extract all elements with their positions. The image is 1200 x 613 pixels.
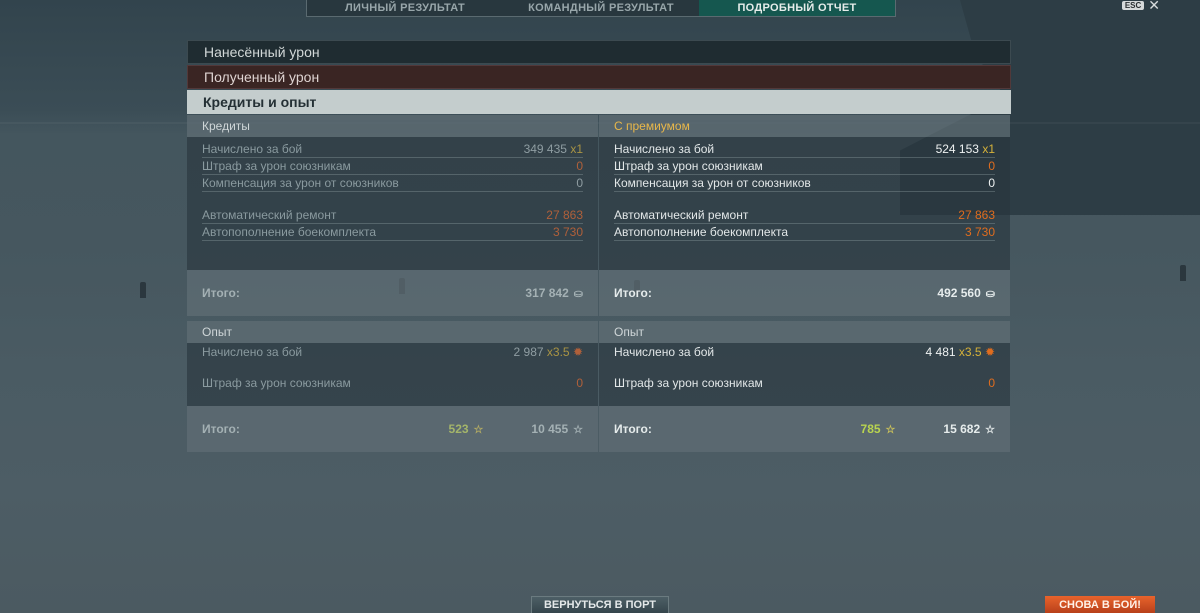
premium-credits-compensation-label: Компенсация за урон от союзников — [614, 176, 811, 190]
credits-compensation-value: 0 — [576, 176, 583, 190]
premium-credits-earned-value: 524 153 x1 — [935, 142, 995, 156]
credits-repair-value: 27 863 — [546, 208, 583, 222]
xp-earned-label: Начислено за бой — [202, 345, 303, 359]
xp-multiplier-icon: ✹ — [572, 345, 583, 359]
ship-xp-value: 523 — [448, 422, 469, 436]
credits-compensation-row: Компенсация за урон от союзников 0 — [202, 175, 583, 192]
premium-xp-earned-row: Начислено за бой 4 481 x3.5 ✹ — [614, 344, 995, 360]
premium-credits-earned-row: Начислено за бой 524 153 x1 — [614, 141, 995, 158]
credits-penalty-label: Штраф за урон союзникам — [202, 159, 351, 173]
credits-compensation-label: Компенсация за урон от союзников — [202, 176, 399, 190]
premium-credits-repair-label: Автоматический ремонт — [614, 208, 749, 222]
premium-credits-compensation-value: 0 — [988, 176, 995, 190]
battle-again-button[interactable]: СНОВА В БОЙ! — [1045, 596, 1155, 613]
credits-ammo-value: 3 730 — [552, 225, 583, 239]
credits-ammo-label: Автопополнение боекомплекта — [202, 225, 376, 239]
premium-credits-panel: С премиумом Начислено за бой 524 153 x1 … — [599, 115, 1010, 316]
premium-xp-earned-value: 4 481 x3.5 ✹ — [925, 345, 995, 359]
credits-repair-label: Автоматический ремонт — [202, 208, 337, 222]
premium-xp-penalty-row: Штраф за урон союзникам 0 — [614, 375, 995, 391]
premium-credits-penalty-row: Штраф за урон союзникам 0 — [614, 158, 995, 175]
esc-key-badge: ESC — [1121, 0, 1145, 10]
ship-xp-star-icon: ☆ — [473, 423, 484, 436]
total-xp-star-icon: ☆ — [985, 423, 995, 436]
section-damage-received[interactable]: Полученный урон — [187, 65, 1011, 89]
credits-penalty-row: Штраф за урон союзникам 0 — [202, 158, 583, 175]
credits-earned-row: Начислено за бой 349 435 x1 — [202, 141, 583, 158]
premium-credits-total-label: Итого: — [614, 286, 652, 300]
premium-xp-earned-label: Начислено за бой — [614, 345, 715, 359]
premium-total-xp-value: 15 682 — [943, 422, 981, 436]
credits-total-value: 317 842 — [525, 286, 569, 300]
credits-total-row: Итого: 317 842 ⛀ — [187, 270, 598, 316]
premium-credits-ammo-value: 3 730 — [964, 225, 995, 239]
xp-multiplier-icon: ✹ — [984, 345, 995, 359]
total-xp-value: 10 455 — [531, 422, 569, 436]
premium-xp-total-label: Итого: — [614, 422, 652, 436]
xp-panel: Опыт Начислено за бой 2 987 x3.5 ✹ Штраф… — [187, 321, 598, 452]
premium-credits-total-value: 492 560 — [937, 286, 981, 300]
tab-personal-result[interactable]: ЛИЧНЫЙ РЕЗУЛЬТАТ — [307, 0, 503, 16]
credits-earned-label: Начислено за бой — [202, 142, 303, 156]
xp-body: Начислено за бой 2 987 x3.5 ✹ Штраф за у… — [187, 343, 598, 406]
premium-xp-title: Опыт — [599, 321, 1010, 343]
premium-credits-repair-row: Автоматический ремонт 27 863 — [614, 207, 995, 224]
premium-credits-repair-value: 27 863 — [958, 208, 995, 222]
close-icon[interactable]: ✕ — [1148, 0, 1160, 12]
xp-total-row: Итого: 523 ☆ 10 455 ☆ — [187, 406, 598, 452]
buoy — [140, 282, 146, 298]
credits-repair-row: Автоматический ремонт 27 863 — [202, 207, 583, 224]
credits-icon: ⛀ — [985, 287, 995, 300]
section-credits-and-xp[interactable]: Кредиты и опыт — [187, 90, 1011, 114]
tab-team-result[interactable]: КОМАНДНЫЙ РЕЗУЛЬТАТ — [503, 0, 699, 16]
premium-credits-compensation-row: Компенсация за урон от союзников 0 — [614, 175, 995, 192]
total-xp-star-icon: ☆ — [573, 423, 583, 436]
credits-body: Начислено за бой 349 435 x1 Штраф за уро… — [187, 137, 598, 270]
xp-earned-value: 2 987 x3.5 ✹ — [513, 345, 583, 359]
credits-ammo-row: Автопополнение боекомплекта 3 730 — [202, 224, 583, 241]
xp-title: Опыт — [187, 321, 598, 343]
ship-xp-star-icon: ☆ — [885, 423, 896, 436]
return-to-port-button[interactable]: ВЕРНУТЬСЯ В ПОРТ — [531, 596, 669, 613]
esc-close[interactable]: ESC ✕ — [1121, 0, 1160, 12]
section-damage-dealt[interactable]: Нанесённый урон — [187, 40, 1011, 64]
premium-credits-earned-label: Начислено за бой — [614, 142, 715, 156]
premium-ship-xp-value: 785 — [860, 422, 881, 436]
tab-detailed-report[interactable]: ПОДРОБНЫЙ ОТЧЕТ — [699, 0, 895, 16]
premium-credits-total-row: Итого: 492 560 ⛀ — [599, 270, 1010, 316]
premium-xp-panel: Опыт Начислено за бой 4 481 x3.5 ✹ Штраф… — [599, 321, 1010, 452]
credits-penalty-value: 0 — [576, 159, 583, 173]
premium-credits-body: Начислено за бой 524 153 x1 Штраф за уро… — [599, 137, 1010, 270]
xp-total-label: Итого: — [202, 422, 240, 436]
premium-xp-total-row: Итого: 785 ☆ 15 682 ☆ — [599, 406, 1010, 452]
xp-penalty-label: Штраф за урон союзникам — [202, 376, 351, 390]
credits-earned-value: 349 435 x1 — [523, 142, 583, 156]
premium-credits-title: С премиумом — [599, 115, 1010, 137]
result-tabs: ЛИЧНЫЙ РЕЗУЛЬТАТ КОМАНДНЫЙ РЕЗУЛЬТАТ ПОД… — [306, 0, 896, 17]
credits-title: Кредиты — [187, 115, 598, 137]
credits-panel: Кредиты Начислено за бой 349 435 x1 Штра… — [187, 115, 598, 316]
xp-penalty-value: 0 — [576, 376, 583, 390]
xp-penalty-row: Штраф за урон союзникам 0 — [202, 375, 583, 391]
buoy — [1180, 265, 1186, 281]
xp-earned-row: Начислено за бой 2 987 x3.5 ✹ — [202, 344, 583, 360]
premium-xp-penalty-label: Штраф за урон союзникам — [614, 376, 763, 390]
premium-credits-penalty-label: Штраф за урон союзникам — [614, 159, 763, 173]
premium-xp-body: Начислено за бой 4 481 x3.5 ✹ Штраф за у… — [599, 343, 1010, 406]
premium-credits-ammo-label: Автопополнение боекомплекта — [614, 225, 788, 239]
premium-credits-penalty-value: 0 — [988, 159, 995, 173]
credits-icon: ⛀ — [573, 287, 583, 300]
premium-xp-penalty-value: 0 — [988, 376, 995, 390]
premium-credits-ammo-row: Автопополнение боекомплекта 3 730 — [614, 224, 995, 241]
credits-total-label: Итого: — [202, 286, 240, 300]
